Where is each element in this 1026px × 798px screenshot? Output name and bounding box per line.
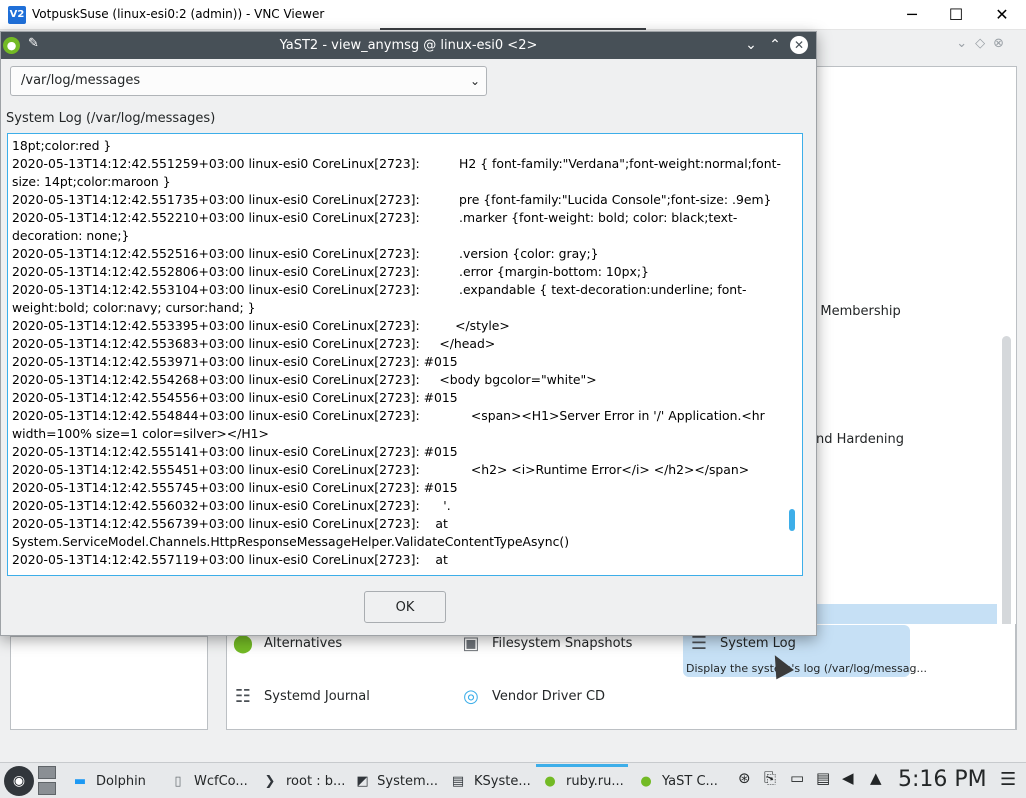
yast-window-controls: ⌄◇⊗ xyxy=(956,36,1012,51)
log-line: 2020-05-13T14:12:42.555141+03:00 linux-e… xyxy=(12,444,458,459)
dialog-titlebar[interactable]: ● ✎ YaST2 - view_anymsg @ linux-esi0 <2>… xyxy=(1,32,816,59)
log-area-label: System Log (/var/log/messages) xyxy=(6,111,216,126)
module-systemd-journal[interactable]: ☷ Systemd Journal xyxy=(230,683,370,709)
combobox-value: /var/log/messages xyxy=(21,73,141,88)
yast-side-panel xyxy=(10,636,208,730)
minimize-icon[interactable]: ─ xyxy=(900,4,924,26)
log-line: 2020-05-13T14:12:42.554268+03:00 linux-e… xyxy=(12,372,597,387)
module-description: Display the system's log (/var/log/messa… xyxy=(686,662,927,675)
log-line: 2020-05-13T14:12:42.553395+03:00 linux-e… xyxy=(12,318,510,333)
module-vendor-driver-cd[interactable]: ◎ Vendor Driver CD xyxy=(458,683,605,709)
task-ruby[interactable]: ● ruby.ru... xyxy=(536,764,628,795)
close-icon[interactable]: ✕ xyxy=(990,4,1014,26)
monitor-icon: ◩ xyxy=(356,773,369,789)
group-label-membership[interactable]: n Membership xyxy=(808,304,901,319)
vnc-window-title: VotpuskSuse (linux-esi0:2 (admin)) - VNC… xyxy=(32,7,325,21)
folder-icon: ▬ xyxy=(73,773,87,789)
display-icon[interactable]: ▭ xyxy=(790,769,804,787)
task-system-monitor[interactable]: ◩ System... xyxy=(350,767,438,795)
view-anymsg-dialog: ● ✎ YaST2 - view_anymsg @ linux-esi0 <2>… xyxy=(0,31,817,636)
log-line: 2020-05-13T14:12:42.552806+03:00 linux-e… xyxy=(12,264,649,279)
minimize-icon[interactable]: ⌄ xyxy=(741,35,761,55)
log-line: 2020-05-13T14:12:42.551735+03:00 linux-e… xyxy=(12,192,772,207)
log-line: 2020-05-13T14:12:42.554844+03:00 linux-e… xyxy=(12,408,769,441)
log-line: 2020-05-13T14:12:42.556032+03:00 linux-e… xyxy=(12,498,451,513)
dialog-title: YaST2 - view_anymsg @ linux-esi0 <2> xyxy=(279,38,538,53)
tray-expand-icon[interactable]: ▲ xyxy=(870,769,882,787)
close-icon[interactable]: ✕ xyxy=(790,36,808,54)
yast-icon: ● xyxy=(640,773,652,789)
close-circle-icon[interactable]: ⊗ xyxy=(993,36,1012,51)
log-line: 2020-05-13T14:12:42.556739+03:00 linux-e… xyxy=(12,516,570,549)
log-line: 2020-05-13T14:12:42.553683+03:00 linux-e… xyxy=(12,336,496,351)
log-file-combobox[interactable]: /var/log/messages ⌄ xyxy=(10,66,487,96)
group-label-hardening[interactable]: and Hardening xyxy=(808,432,904,447)
virtual-desktop-pager[interactable] xyxy=(38,766,58,796)
taskbar: ◉ ▬ Dolphin ▯ WcfCo... ❯ root : b... ◩ S… xyxy=(0,762,1026,798)
maximize-icon[interactable]: ⌃ xyxy=(765,35,785,55)
document-icon: ▯ xyxy=(174,773,182,789)
usb-icon[interactable]: ⎘ xyxy=(764,769,776,787)
taskbar-menu-icon[interactable]: ☰ xyxy=(1000,769,1016,790)
log-line: 2020-05-13T14:12:42.552210+03:00 linux-e… xyxy=(12,210,738,243)
vnc-logo-icon: V2 xyxy=(8,6,26,24)
yast-icon: ● xyxy=(544,773,556,789)
task-yast-control-center[interactable]: ● YaST C... xyxy=(632,767,720,795)
log-content: 18pt;color:red } 2020-05-13T14:12:42.5512… xyxy=(12,137,782,569)
task-ksysguard[interactable]: ▤ KSyste... xyxy=(444,767,532,795)
log-line: 2020-05-13T14:12:42.551259+03:00 linux-e… xyxy=(12,156,781,189)
log-text-area[interactable]: 18pt;color:red } 2020-05-13T14:12:42.5512… xyxy=(7,133,803,576)
ksysguard-icon: ▤ xyxy=(451,773,465,789)
cd-icon: ◎ xyxy=(463,685,479,707)
journal-icon: ☷ xyxy=(234,685,252,707)
log-line: 2020-05-13T14:12:42.553104+03:00 linux-e… xyxy=(12,282,747,315)
update-icon[interactable]: ⊛ xyxy=(738,769,751,787)
log-line: 2020-05-13T14:12:42.553971+03:00 linux-e… xyxy=(12,354,458,369)
diamond-icon[interactable]: ◇ xyxy=(975,36,993,51)
log-line: 2020-05-13T14:12:42.552516+03:00 linux-e… xyxy=(12,246,599,261)
chevron-down-icon[interactable]: ⌄ xyxy=(470,67,480,95)
log-scrollbar-thumb[interactable] xyxy=(789,509,795,531)
chevron-down-icon[interactable]: ⌄ xyxy=(956,36,975,51)
ok-button[interactable]: OK xyxy=(364,591,446,623)
vnc-titlebar: V2 VotpuskSuse (linux-esi0:2 (admin)) - … xyxy=(0,0,1026,30)
log-line: 2020-05-13T14:12:42.554556+03:00 linux-e… xyxy=(12,390,458,405)
clipboard-icon[interactable]: ▤ xyxy=(816,769,830,787)
log-line: 2020-05-13T14:12:42.557119+03:00 linux-e… xyxy=(12,552,448,567)
maximize-icon[interactable]: ☐ xyxy=(944,4,968,26)
task-dolphin[interactable]: ▬ Dolphin xyxy=(66,767,156,795)
terminal-icon: ❯ xyxy=(264,773,276,789)
task-terminal[interactable]: ❯ root : b... xyxy=(256,767,346,795)
log-line: 2020-05-13T14:12:42.555745+03:00 linux-e… xyxy=(12,480,458,495)
clock[interactable]: 5:16 PM xyxy=(898,767,987,792)
application-launcher-icon[interactable]: ◉ xyxy=(4,766,34,796)
task-wcfco[interactable]: ▯ WcfCo... xyxy=(164,767,250,795)
log-line: 2020-05-13T14:12:42.555451+03:00 linux-e… xyxy=(12,462,750,477)
log-line: 18pt;color:red } xyxy=(12,138,112,153)
volume-muted-icon[interactable]: ◀ xyxy=(842,769,854,787)
